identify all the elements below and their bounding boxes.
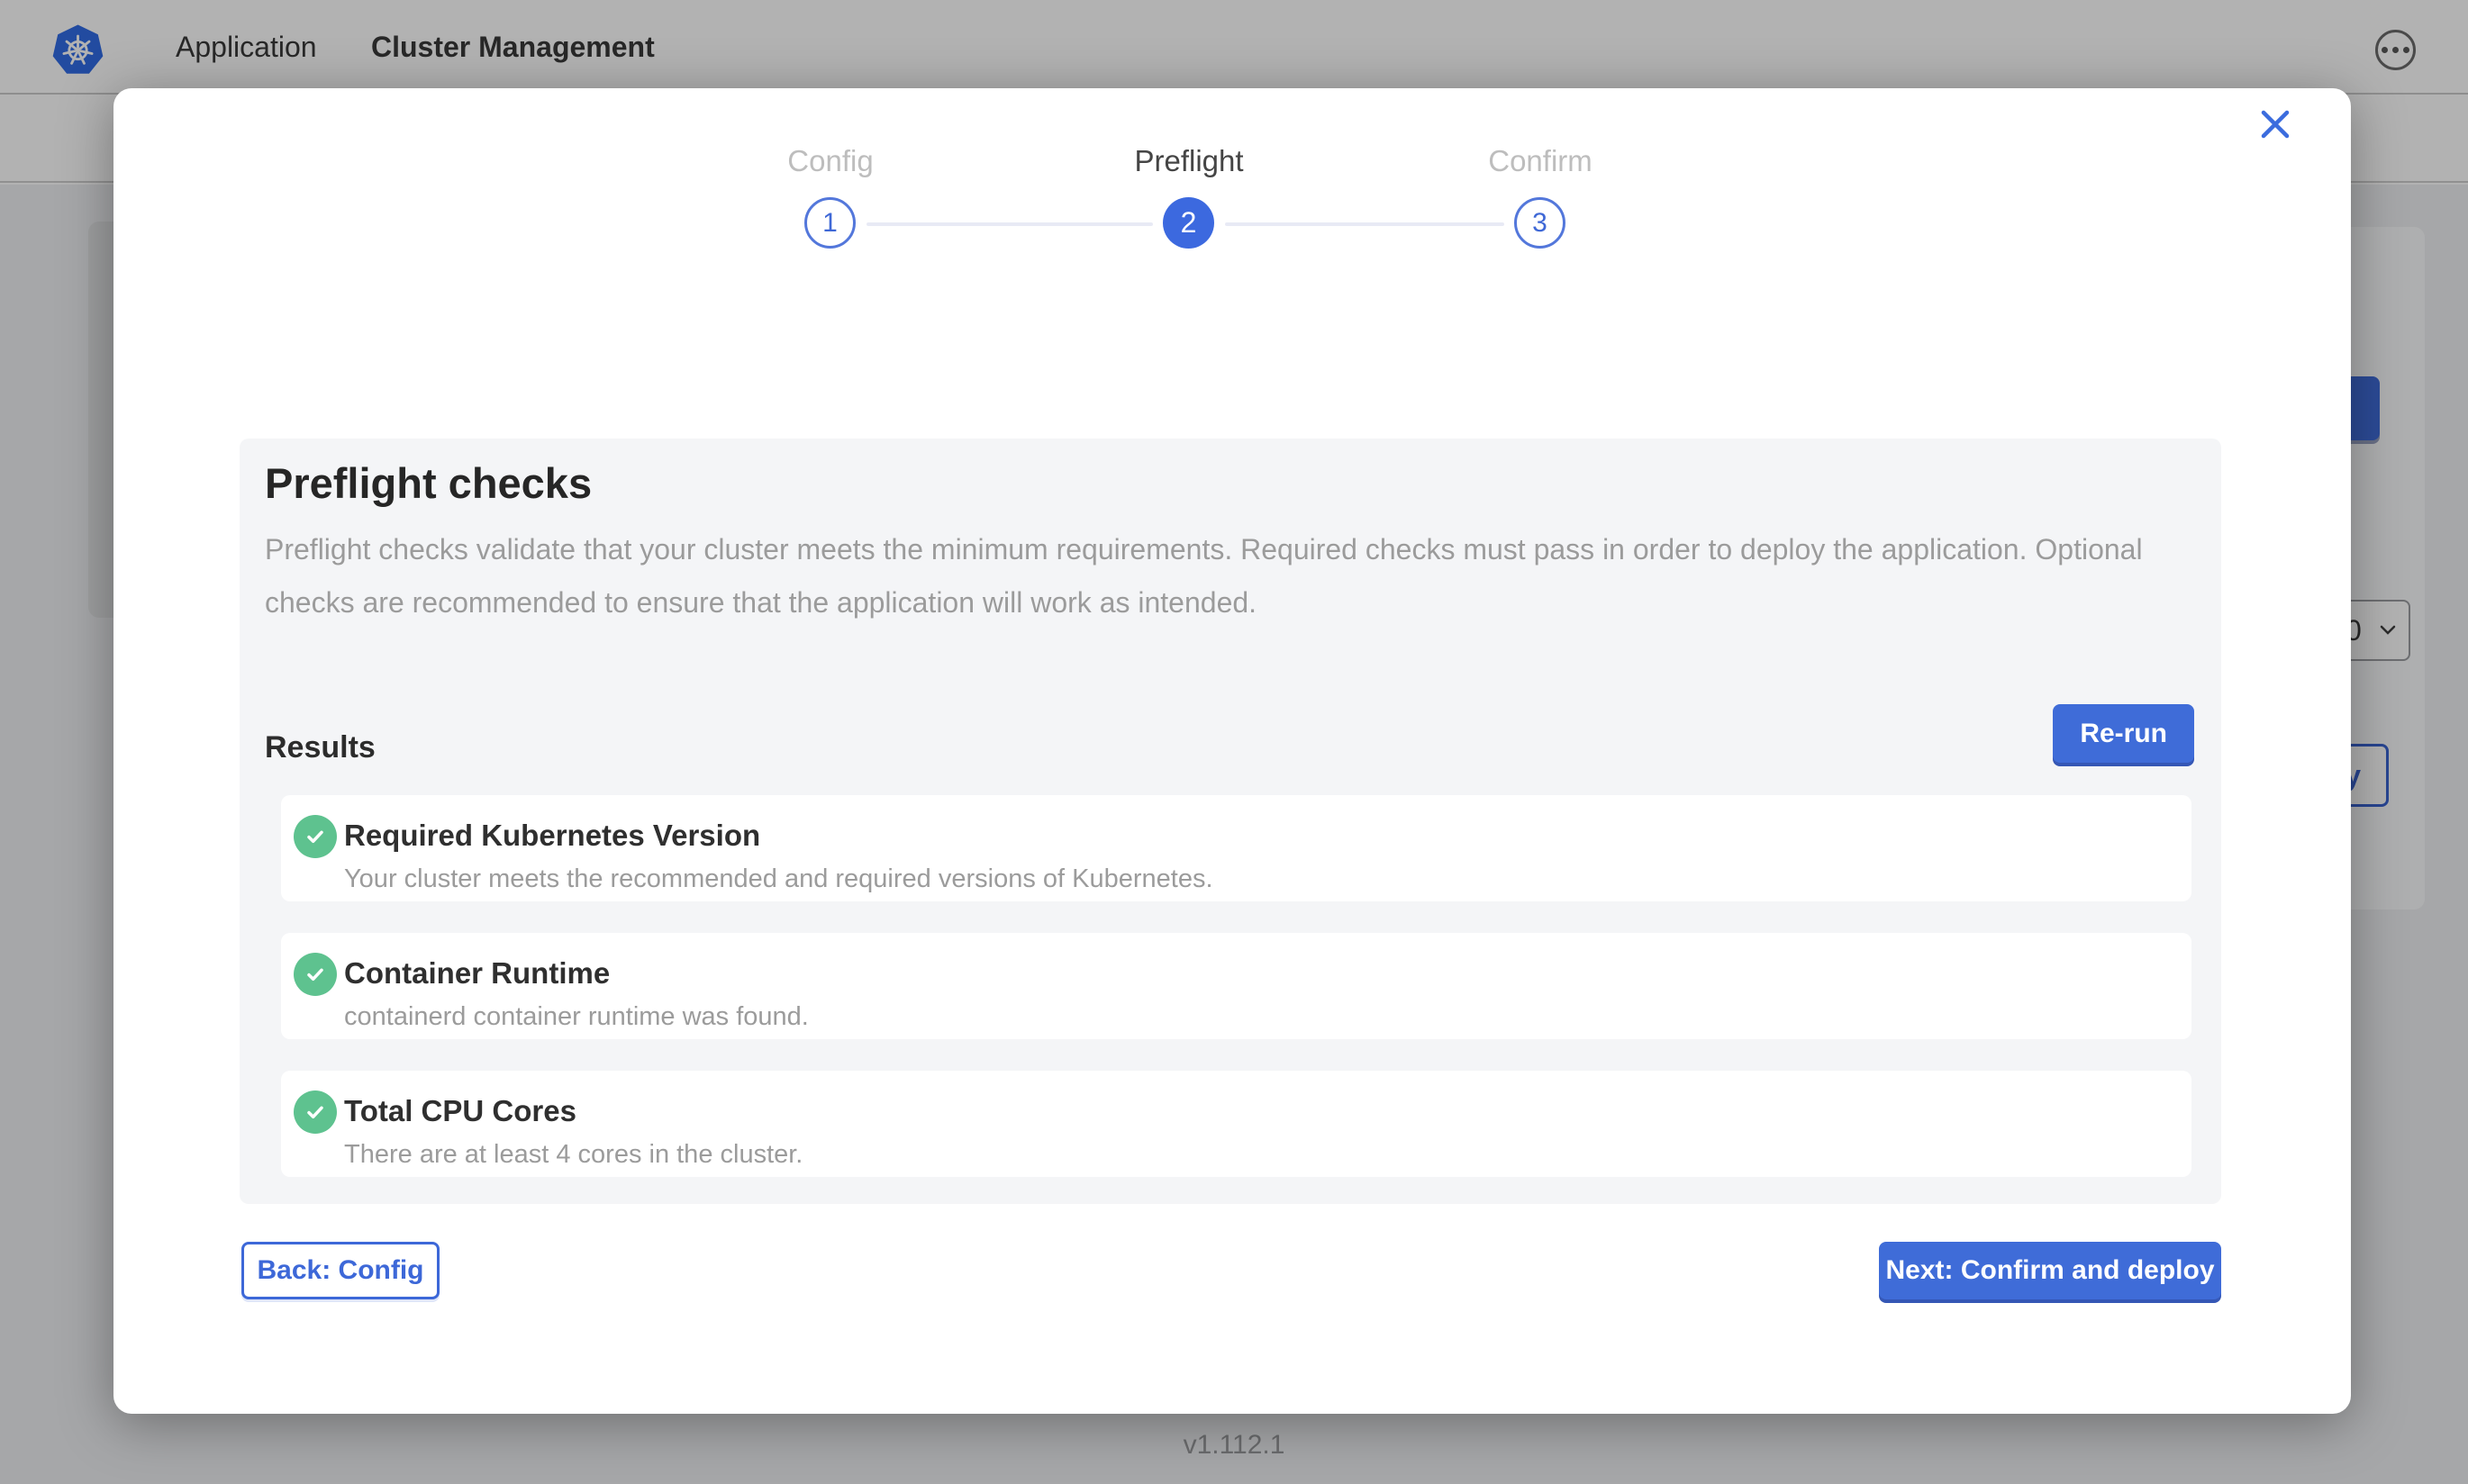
close-icon	[2260, 109, 2291, 140]
step-circle-config[interactable]: 1	[804, 197, 856, 249]
check-message: containerd container runtime was found.	[344, 1002, 809, 1032]
rerun-button[interactable]: Re-run	[2053, 704, 2194, 763]
stepper-connector	[1225, 222, 1504, 226]
check-title: Required Kubernetes Version	[344, 819, 760, 853]
step-circle-confirm[interactable]: 3	[1514, 197, 1565, 249]
check-message: Your cluster meets the recommended and r…	[344, 864, 1213, 894]
check-message: There are at least 4 cores in the cluste…	[344, 1140, 803, 1170]
stepper-connector	[867, 222, 1153, 226]
check-row-kubernetes-version: Required Kubernetes Version Your cluster…	[281, 795, 2191, 901]
step-label-preflight: Preflight	[1054, 144, 1324, 178]
panel-description: Preflight checks validate that your clus…	[265, 523, 2147, 629]
step-label-confirm: Confirm	[1405, 144, 1675, 178]
app-root: Application Cluster Management 0 y v1.11…	[0, 0, 2468, 1484]
results-heading: Results	[265, 730, 376, 765]
preflight-panel: Preflight checks Preflight checks valida…	[240, 439, 2221, 1204]
next-confirm-deploy-button[interactable]: Next: Confirm and deploy	[1879, 1242, 2221, 1299]
check-title: Container Runtime	[344, 956, 610, 991]
preflight-modal: Config Preflight Confirm 1 2 3 Preflight…	[113, 88, 2351, 1414]
check-row-total-cpu-cores: Total CPU Cores There are at least 4 cor…	[281, 1071, 2191, 1177]
back-config-button[interactable]: Back: Config	[241, 1242, 440, 1299]
check-title: Total CPU Cores	[344, 1094, 576, 1128]
step-label-config: Config	[695, 144, 966, 178]
check-pass-icon	[294, 815, 337, 858]
check-pass-icon	[294, 953, 337, 996]
step-circle-preflight[interactable]: 2	[1163, 197, 1214, 249]
check-row-container-runtime: Container Runtime containerd container r…	[281, 933, 2191, 1039]
panel-title: Preflight checks	[265, 458, 592, 508]
check-pass-icon	[294, 1090, 337, 1134]
close-modal-button[interactable]	[2254, 103, 2297, 146]
